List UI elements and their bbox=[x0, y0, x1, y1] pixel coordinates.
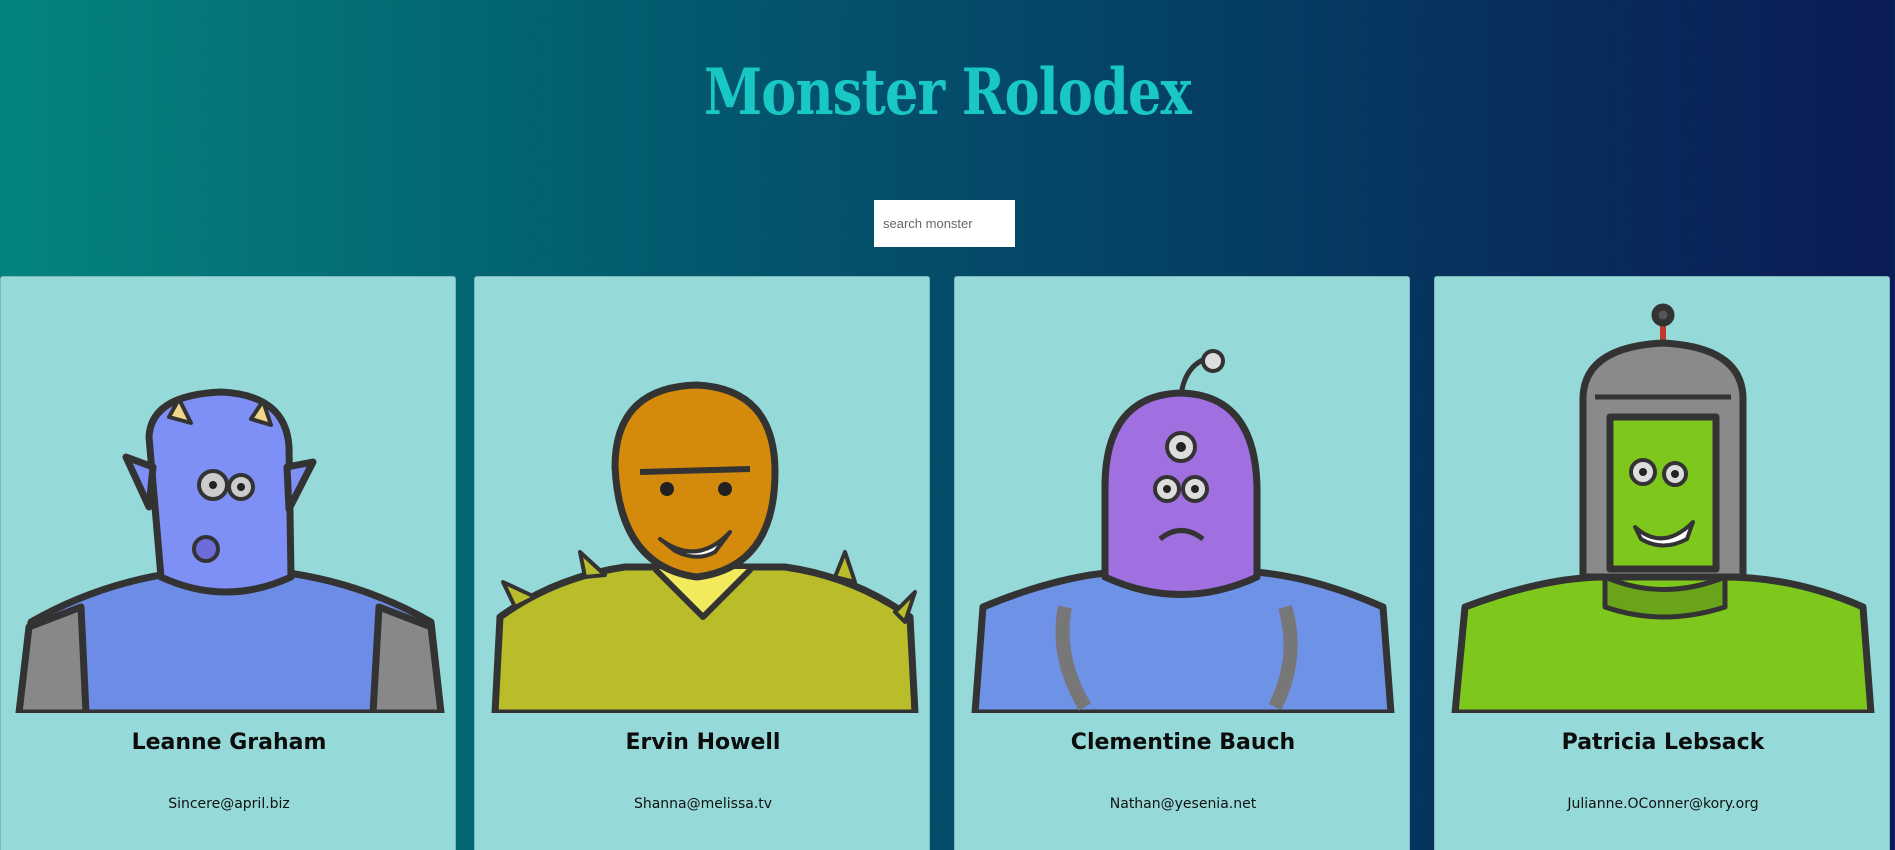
monster-card[interactable]: Leanne Graham Sincere@april.biz bbox=[0, 276, 456, 850]
card-list: Leanne Graham Sincere@april.biz Ervin Ho… bbox=[0, 276, 1895, 850]
monster-email: Sincere@april.biz bbox=[168, 796, 290, 812]
monster-card[interactable]: Ervin Howell Shanna@melissa.tv bbox=[474, 276, 930, 850]
monster-email: Nathan@yesenia.net bbox=[1109, 796, 1257, 812]
monster-card[interactable]: Clementine Bauch Nathan@yesenia.net bbox=[954, 276, 1410, 850]
monster-card[interactable]: Patricia Lebsack Julianne.OConner@kory.o… bbox=[1434, 276, 1890, 850]
monster-email: Shanna@melissa.tv bbox=[633, 796, 773, 812]
three-eyed-purple-monster-icon bbox=[971, 349, 1395, 713]
orange-spiky-monster-icon bbox=[491, 381, 919, 713]
green-helmet-monster-icon bbox=[1451, 303, 1875, 713]
search-input[interactable] bbox=[874, 200, 1015, 247]
monster-name: Clementine Bauch bbox=[1070, 730, 1296, 755]
horned-blue-monster-icon bbox=[15, 388, 445, 713]
monster-name: Leanne Graham bbox=[131, 730, 327, 755]
monster-email: Julianne.OConner@kory.org bbox=[1567, 796, 1759, 812]
monster-name: Patricia Lebsack bbox=[1561, 730, 1765, 755]
page-title: Monster Rolodex bbox=[704, 55, 1192, 130]
monster-name: Ervin Howell bbox=[625, 730, 781, 755]
